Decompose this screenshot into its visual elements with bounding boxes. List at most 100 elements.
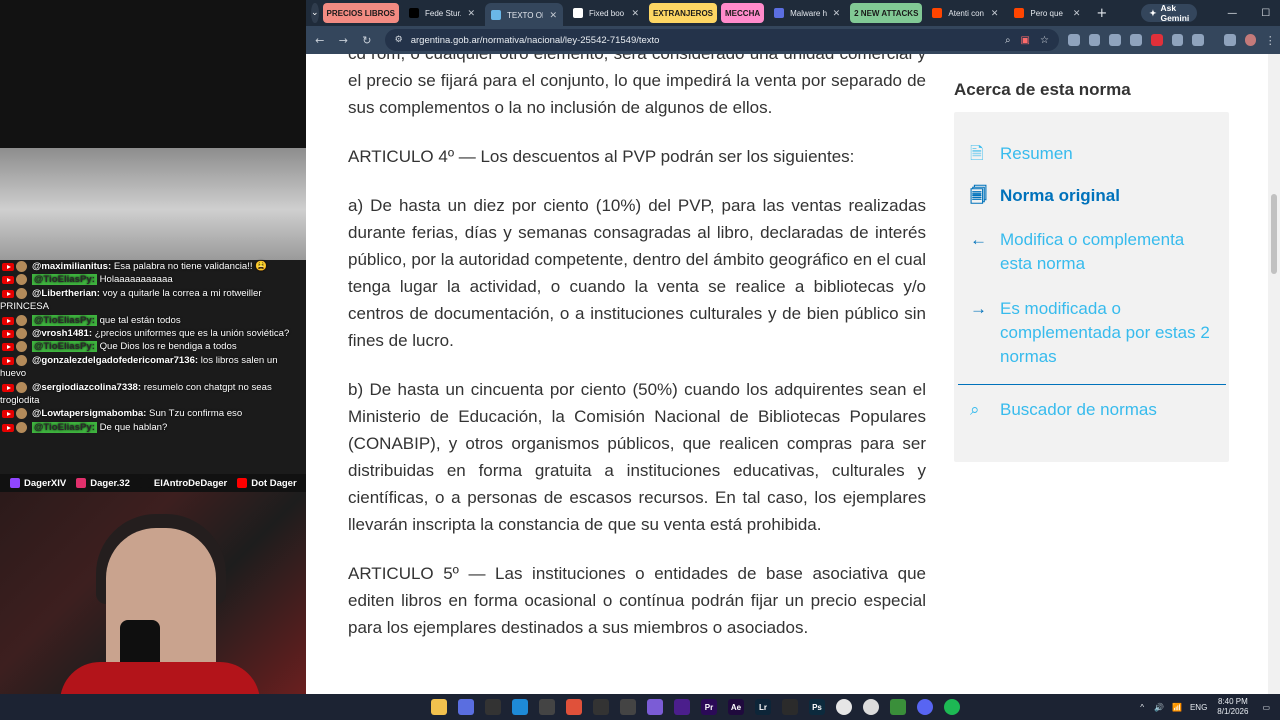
browser-tab[interactable]: Fede Stur... ✕ [403,3,481,23]
youtube-icon [2,343,14,352]
profile-avatar-icon[interactable] [1244,34,1257,46]
chat-username: @TioEliasPy: [32,341,97,353]
avatar [16,328,27,340]
app-icon[interactable] [458,699,474,715]
side-panel-icon[interactable] [1224,34,1236,46]
sidebar-item-norma-original[interactable]: 🗐 Norma original [970,184,1120,208]
bookmark-star-icon[interactable]: ☆ [1040,35,1049,46]
app-icon[interactable] [674,699,690,715]
extension-icon[interactable] [1150,34,1163,46]
browser-tab[interactable]: Malware h ✕ [768,3,846,23]
minimize-icon[interactable]: — [1227,8,1237,19]
app-icon[interactable] [890,699,906,715]
notifications-icon[interactable]: ▭ [1262,703,1270,712]
app-icon[interactable] [782,699,798,715]
chat-username: @maximilianitus: [32,261,112,272]
app-icon[interactable] [620,699,636,715]
social-handle-label: Dot Dager [251,477,297,489]
social-handle: Dager.32 [76,478,130,489]
network-icon[interactable]: 📶 [1172,703,1182,712]
chat-text: Sun Tzu confirma eso [149,408,243,420]
sidebar-item-resumen[interactable]: 🗎 Resumen [970,142,1073,166]
sidebar-item-buscador[interactable]: ⌕ Buscador de normas [970,398,1157,422]
close-tab-icon[interactable]: ✕ [991,8,999,19]
extensions-puzzle-icon[interactable] [1192,34,1204,46]
browser-tab[interactable]: Pero que ✕ [1008,3,1086,23]
clock[interactable]: 8:40 PM 8/1/2026 [1217,697,1248,717]
browser-tab[interactable]: TEXTO OR ✕ [485,3,563,27]
sidebar-item-modifica[interactable]: ← Modifica o complementa esta norma [970,228,1220,276]
search-icon: ⌕ [970,400,980,419]
close-tab-icon[interactable]: ✕ [833,8,841,19]
wikipedia-icon [573,8,583,18]
discord-icon[interactable] [917,699,933,715]
tab-group-label[interactable]: MECCHA [721,3,765,23]
volume-icon[interactable]: 🔊 [1154,703,1164,712]
browser-tab[interactable]: Fixed boo ✕ [567,3,645,23]
extension-icon[interactable] [1088,34,1101,46]
screen-cast-icon[interactable]: ▣ [1021,35,1030,46]
new-tab-button[interactable]: + [1096,6,1107,21]
page-scrollbar[interactable] [1268,54,1280,694]
browser-tab[interactable]: Atenti con ✕ [926,3,1004,23]
sidebar-item-label: Norma original [1000,186,1120,205]
scrollbar-thumb[interactable] [1271,194,1277,274]
avatar [16,421,27,433]
close-tab-icon[interactable]: ✕ [631,8,639,19]
premiere-icon[interactable]: Pr [701,699,717,715]
youtube-icon [2,356,14,365]
spotify-icon[interactable] [944,699,960,715]
close-tab-icon[interactable]: ✕ [549,10,557,21]
obs-icon[interactable] [593,699,609,715]
tab-group-label[interactable]: 2 NEW ATTACKS [850,3,923,23]
social-handle-label: DagerXIV [24,477,67,489]
maximize-icon[interactable]: ☐ [1261,8,1270,19]
extension-icon[interactable] [1109,34,1122,46]
chat-username: @TioEliasPy: [32,314,97,326]
show-hidden-icons-icon[interactable]: ^ [1140,703,1144,712]
url-text: argentina.gob.ar/normativa/nacional/ley-… [410,34,660,46]
photoshop-icon[interactable]: Ps [809,699,825,715]
chrome-icon[interactable] [863,699,879,715]
chat-text: De que hablan? [99,421,168,433]
ask-gemini-button[interactable]: ✦ Ask Gemini [1141,3,1198,23]
terminal-icon[interactable] [485,699,501,715]
app-icon[interactable] [539,699,555,715]
back-icon[interactable]: ← [310,34,330,47]
brave-icon[interactable] [566,699,582,715]
input-language[interactable]: ENG [1190,703,1207,712]
youtube-icon [2,316,14,325]
sidebar-item-modificada-por[interactable]: → Es modificada o complementada por esta… [970,297,1220,369]
chat-message: @Lowtapersigmabomba: Sun Tzu confirma es… [0,407,306,420]
close-tab-icon[interactable]: ✕ [1073,8,1081,19]
close-tab-icon[interactable]: ✕ [467,8,475,19]
file-explorer-icon[interactable] [431,699,447,715]
browser-menu-icon[interactable]: ⋮ [1260,34,1280,47]
chat-message: @vrosh1481: ¿precios uniformes que es la… [0,327,306,340]
zoom-icon[interactable]: ⌕ [1005,35,1011,46]
tab-group-label[interactable]: PRECIOS LIBROS [322,3,399,23]
lightroom-icon[interactable]: Lr [755,699,771,715]
vscode-icon[interactable] [512,699,528,715]
article-heading: ARTICULO 5º — Las instituciones o entida… [348,564,926,637]
instagram-icon [76,478,87,488]
web-page: cd rom, o cualquier otro elemento, será … [306,54,1280,694]
twitch-icon [10,478,20,488]
extension-icon[interactable] [1067,34,1080,46]
reload-icon[interactable]: ↻ [357,34,377,47]
extension-icon[interactable] [1130,34,1142,46]
youtube-icon [2,383,14,392]
sidebar-item-label: Es modificada o complementada por estas … [1000,299,1210,366]
chrome-icon[interactable] [836,699,852,715]
tab-search-button[interactable]: ⌄ [311,3,319,23]
tab-group-label[interactable]: EXTRANJEROS [649,3,718,23]
extension-icon[interactable] [1171,34,1184,46]
address-bar[interactable]: ⚙ argentina.gob.ar/normativa/nacional/le… [384,29,1059,51]
chat-username: @Libertherian: [32,287,100,299]
visual-studio-icon[interactable] [647,699,663,715]
social-handle-label: Dager.32 [90,477,130,489]
after-effects-icon[interactable]: Ae [728,699,744,715]
forward-icon[interactable]: → [334,34,354,47]
browser-toolbar: ← → ↻ ⚙ argentina.gob.ar/normativa/nacio… [306,26,1280,54]
site-info-icon[interactable]: ⚙ [395,35,403,45]
